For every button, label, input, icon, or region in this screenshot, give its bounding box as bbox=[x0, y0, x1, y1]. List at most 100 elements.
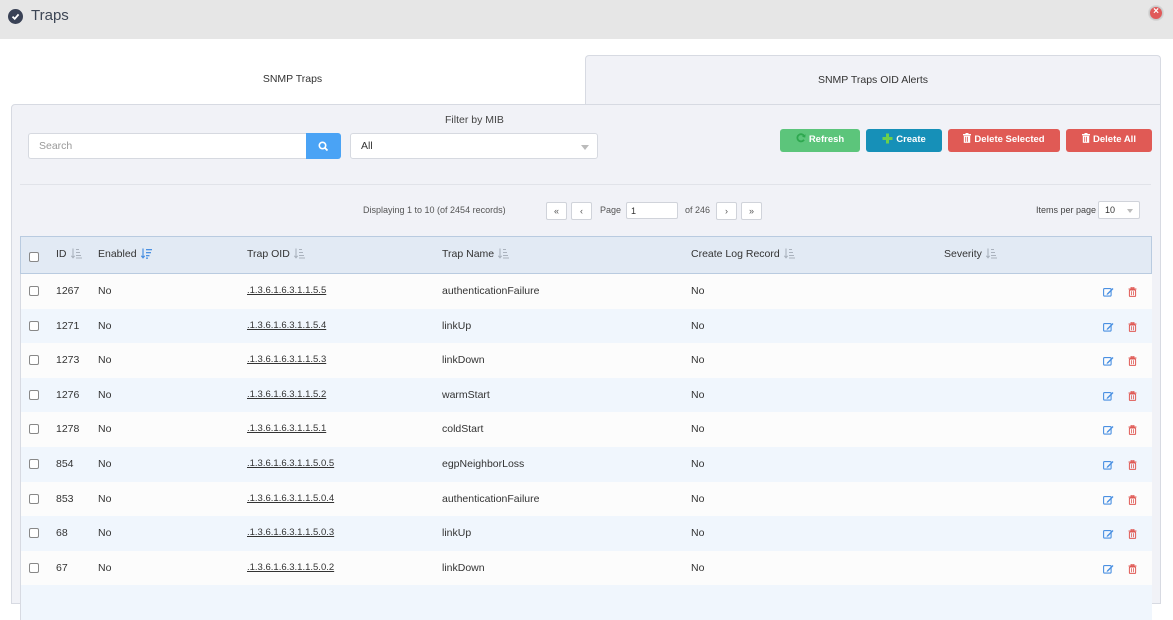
edit-row-button[interactable] bbox=[1103, 319, 1114, 337]
edit-icon bbox=[1103, 495, 1114, 505]
cell-trap-name: coldStart bbox=[442, 423, 484, 436]
row-checkbox[interactable] bbox=[29, 424, 39, 435]
cell-enabled: No bbox=[98, 423, 112, 436]
last-page-button[interactable]: » bbox=[741, 202, 762, 220]
column-header-create-log-record[interactable]: Create Log Record bbox=[691, 248, 795, 260]
close-window-button[interactable]: × bbox=[1149, 6, 1163, 20]
edit-row-button[interactable] bbox=[1103, 457, 1114, 475]
delete-row-button[interactable] bbox=[1128, 422, 1137, 440]
row-checkbox[interactable] bbox=[29, 355, 39, 366]
divider bbox=[20, 184, 1151, 185]
tab-snmp-traps-oid-alerts[interactable]: SNMP Traps OID Alerts bbox=[585, 55, 1161, 105]
cell-enabled: No bbox=[98, 285, 112, 297]
row-checkbox[interactable] bbox=[29, 389, 39, 400]
mib-filter-select[interactable]: All bbox=[350, 133, 598, 159]
column-label: Create Log Record bbox=[691, 248, 780, 260]
column-header-id[interactable]: ID bbox=[56, 248, 82, 260]
delete-row-button[interactable] bbox=[1128, 319, 1137, 337]
table-row: 853 No .1.3.6.1.6.3.1.1.5.0.4 authentica… bbox=[20, 481, 1152, 517]
search-input[interactable] bbox=[28, 133, 307, 159]
cell-id: 1278 bbox=[56, 423, 80, 436]
column-header-enabled[interactable]: Enabled bbox=[98, 248, 152, 260]
cell-enabled: No bbox=[98, 457, 112, 470]
trash-icon bbox=[963, 133, 972, 144]
edit-icon bbox=[1103, 322, 1114, 332]
create-button[interactable]: Create bbox=[866, 129, 942, 152]
trash-icon bbox=[1128, 494, 1137, 505]
delete-row-button[interactable] bbox=[1128, 526, 1137, 544]
row-checkbox[interactable] bbox=[29, 528, 39, 539]
table-row: 1273 No .1.3.6.1.6.3.1.1.5.3 linkDown No bbox=[20, 343, 1152, 378]
refresh-button[interactable]: Refresh bbox=[780, 129, 860, 152]
cell-id: 67 bbox=[56, 561, 68, 574]
cell-trap-name: egpNeighborLoss bbox=[442, 457, 525, 470]
sort-icon bbox=[783, 248, 795, 259]
page-label: Page bbox=[600, 205, 622, 215]
cell-trap-oid-link[interactable]: .1.3.6.1.6.3.1.1.5.1 bbox=[247, 423, 326, 434]
cell-trap-oid-link[interactable]: .1.3.6.1.6.3.1.1.5.3 bbox=[247, 354, 326, 365]
edit-row-button[interactable] bbox=[1103, 526, 1114, 544]
cell-trap-oid-link[interactable]: .1.3.6.1.6.3.1.1.5.0.3 bbox=[247, 527, 334, 538]
edit-row-button[interactable] bbox=[1103, 388, 1114, 406]
cell-enabled: No bbox=[98, 561, 112, 574]
column-header-trap-oid[interactable]: Trap OID bbox=[247, 248, 305, 260]
cell-trap-oid-link[interactable]: .1.3.6.1.6.3.1.1.5.0.5 bbox=[247, 458, 334, 469]
row-checkbox[interactable] bbox=[29, 458, 39, 469]
cell-id: 1267 bbox=[56, 285, 80, 297]
edit-icon bbox=[1103, 288, 1114, 297]
row-checkbox[interactable] bbox=[29, 320, 39, 331]
edit-row-button[interactable] bbox=[1103, 422, 1114, 440]
first-page-button[interactable]: « bbox=[546, 202, 567, 220]
items-per-page-select[interactable]: 10 bbox=[1098, 201, 1140, 219]
delete-row-button[interactable] bbox=[1128, 492, 1137, 510]
window-title: Traps bbox=[31, 7, 69, 24]
cell-trap-oid-link[interactable]: .1.3.6.1.6.3.1.1.5.0.2 bbox=[247, 562, 334, 573]
edit-row-button[interactable] bbox=[1103, 561, 1114, 579]
column-label: Trap OID bbox=[247, 248, 290, 260]
table-row: 1271 No .1.3.6.1.6.3.1.1.5.4 linkUp No bbox=[20, 308, 1152, 344]
cell-trap-oid-link[interactable]: .1.3.6.1.6.3.1.1.5.4 bbox=[247, 320, 326, 331]
delete-row-button[interactable] bbox=[1128, 457, 1137, 475]
column-header-trap-name[interactable]: Trap Name bbox=[442, 248, 510, 260]
cell-id: 854 bbox=[56, 457, 74, 470]
cell-trap-oid-link[interactable]: .1.3.6.1.6.3.1.1.5.2 bbox=[247, 389, 326, 400]
table-row: 1276 No .1.3.6.1.6.3.1.1.5.2 warmStart N… bbox=[20, 377, 1152, 413]
edit-icon bbox=[1103, 564, 1114, 574]
table-row: 1267 No .1.3.6.1.6.3.1.1.5.5 authenticat… bbox=[20, 274, 1152, 309]
previous-page-button[interactable]: ‹ bbox=[571, 202, 592, 220]
cell-id: 1276 bbox=[56, 388, 80, 401]
tab-snmp-traps[interactable]: SNMP Traps bbox=[0, 55, 585, 105]
delete-row-button[interactable] bbox=[1128, 561, 1137, 579]
sort-desc-icon bbox=[140, 248, 152, 259]
page-number-input[interactable] bbox=[626, 202, 678, 219]
cell-create-log-record: No bbox=[691, 319, 705, 332]
cell-enabled: No bbox=[98, 319, 112, 332]
delete-selected-button[interactable]: Delete Selected bbox=[948, 129, 1060, 152]
edit-row-button[interactable] bbox=[1103, 353, 1114, 371]
delete-row-button[interactable] bbox=[1128, 284, 1137, 302]
table-row: 854 No .1.3.6.1.6.3.1.1.5.0.5 egpNeighbo… bbox=[20, 446, 1152, 482]
delete-all-button[interactable]: Delete All bbox=[1066, 129, 1152, 152]
refresh-icon bbox=[796, 133, 806, 143]
search-icon bbox=[318, 141, 329, 152]
row-checkbox[interactable] bbox=[29, 286, 39, 296]
row-checkbox[interactable] bbox=[29, 493, 39, 504]
edit-row-button[interactable] bbox=[1103, 284, 1114, 302]
next-page-button[interactable]: › bbox=[716, 202, 737, 220]
table-row: 68 No .1.3.6.1.6.3.1.1.5.0.3 linkUp No bbox=[20, 516, 1152, 551]
edit-row-button[interactable] bbox=[1103, 492, 1114, 510]
edit-icon bbox=[1103, 391, 1114, 401]
items-per-page-label: Items per page bbox=[1036, 205, 1097, 215]
delete-row-button[interactable] bbox=[1128, 353, 1137, 371]
delete-row-button[interactable] bbox=[1128, 388, 1137, 406]
search-button[interactable] bbox=[306, 133, 341, 159]
cell-create-log-record: No bbox=[691, 285, 705, 297]
cell-trap-oid-link[interactable]: .1.3.6.1.6.3.1.1.5.0.4 bbox=[247, 493, 334, 504]
trash-icon bbox=[1128, 425, 1137, 436]
oid-alerts-table: ID Enabled Trap OID Trap Name Create Log… bbox=[20, 236, 1152, 620]
column-header-severity[interactable]: Severity bbox=[944, 248, 997, 260]
select-all-checkbox[interactable] bbox=[29, 252, 39, 262]
row-checkbox[interactable] bbox=[29, 562, 39, 573]
cell-create-log-record: No bbox=[691, 492, 705, 505]
cell-trap-oid-link[interactable]: .1.3.6.1.6.3.1.1.5.5 bbox=[247, 285, 326, 296]
